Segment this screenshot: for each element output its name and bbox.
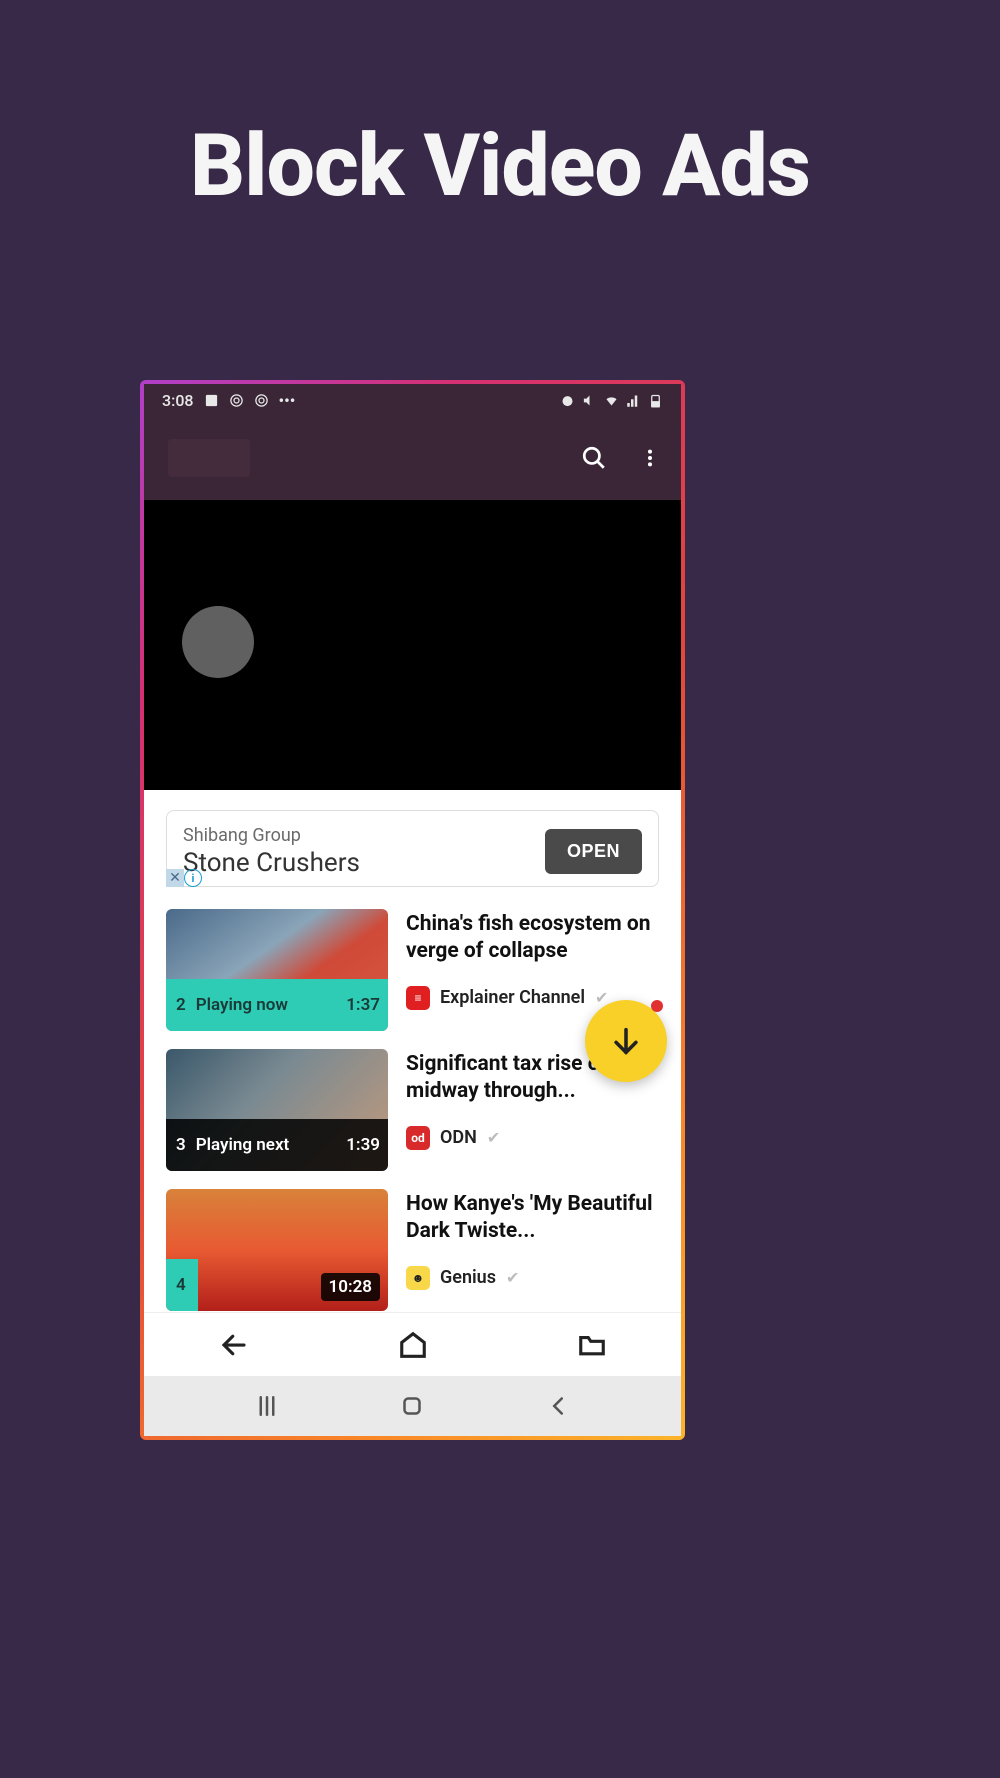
picture-icon [204,393,219,408]
video-duration: 10:28 [321,1273,380,1301]
more-vert-icon[interactable] [639,445,661,471]
video-title: China's fish ecosystem on verge of colla… [406,911,659,966]
download-arrow-icon [609,1024,643,1058]
chrome-icon [229,393,244,408]
queue-index: 2 [176,995,186,1015]
signal-icon [626,393,641,408]
video-duration: 1:37 [346,995,380,1015]
status-time: 3:08 [162,391,194,410]
video-item[interactable]: 4 10:28 How Kanye's 'My Beautiful Dark T… [166,1189,659,1311]
alarm-icon [560,393,575,408]
system-home-icon[interactable] [397,1391,427,1421]
search-icon[interactable] [581,445,607,471]
ad-choices[interactable]: ✕ i [166,869,202,887]
page-title: Block Video Ads [0,0,1000,216]
channel-name: Explainer Channel [440,987,585,1008]
queue-status: Playing next [196,1135,290,1155]
queue-status: Playing now [196,995,288,1015]
channel-avatar: ≡ [406,986,430,1010]
wifi-icon [604,393,619,408]
video-list: 2 Playing now 1:37 China's fish ecosyste… [144,909,681,1311]
info-icon[interactable]: i [184,869,202,887]
verified-icon: ✔ [506,1268,519,1287]
download-fab[interactable] [585,1000,667,1082]
mute-icon [582,393,597,408]
folder-icon[interactable] [577,1330,607,1360]
touch-indicator-icon [182,606,254,678]
ad-open-button[interactable]: OPEN [545,829,642,874]
phone-frame: 3:08 ••• Shibang Group Stone Crushers OP [140,380,685,1440]
app-logo[interactable] [168,439,250,477]
channel-name: Genius [440,1267,496,1288]
notification-dot-icon [651,1000,663,1012]
verified-icon: ✔ [487,1128,500,1147]
android-status-bar: 3:08 ••• [144,384,681,416]
chrome-icon [254,393,269,408]
home-icon[interactable] [398,1330,428,1360]
close-icon[interactable]: ✕ [166,869,184,887]
queue-index: 3 [176,1135,186,1155]
video-thumbnail[interactable]: 3 Playing next 1:39 [166,1049,388,1171]
android-system-nav [144,1376,681,1436]
battery-icon [648,393,663,408]
content-area: Shibang Group Stone Crushers OPEN ✕ i 2 … [144,790,681,1312]
video-title: How Kanye's 'My Beautiful Dark Twiste... [406,1191,659,1246]
video-thumbnail[interactable]: 2 Playing now 1:37 [166,909,388,1031]
video-item[interactable]: 3 Playing next 1:39 Significant tax rise… [166,1049,659,1171]
back-arrow-icon[interactable] [219,1330,249,1360]
app-header [144,416,681,500]
system-back-icon[interactable] [543,1391,573,1421]
queue-index: 4 [176,1275,186,1295]
video-thumbnail[interactable]: 4 10:28 [166,1189,388,1311]
browser-navigation [144,1312,681,1376]
video-player[interactable] [144,500,681,790]
channel-name: ODN [440,1127,477,1148]
video-item[interactable]: 2 Playing now 1:37 China's fish ecosyste… [166,909,659,1031]
ad-banner[interactable]: Shibang Group Stone Crushers OPEN ✕ i [166,810,659,887]
channel-avatar: od [406,1126,430,1150]
video-duration: 1:39 [346,1135,380,1155]
status-more: ••• [279,391,296,410]
ad-advertiser: Shibang Group [183,825,545,846]
channel-avatar: ☻ [406,1266,430,1290]
ad-headline: Stone Crushers [183,848,545,878]
phone-screen: 3:08 ••• Shibang Group Stone Crushers OP [144,384,681,1436]
recents-icon[interactable] [252,1391,282,1421]
